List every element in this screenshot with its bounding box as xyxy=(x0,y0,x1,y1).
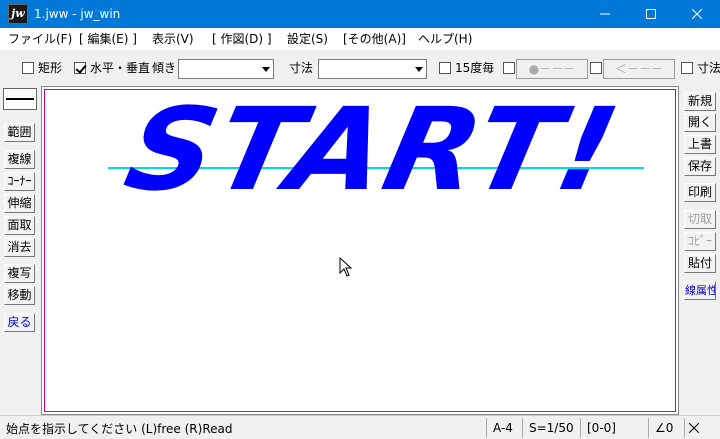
menu-help[interactable]: ヘルプ(H) xyxy=(418,31,472,47)
status-bar: 始点を指示してください (L)free (R)Read A-4 S=1/50 [… xyxy=(0,415,720,439)
line-style-checkbox-2[interactable] xyxy=(590,62,602,74)
rect-checkbox[interactable] xyxy=(22,62,34,74)
scale-indicator[interactable]: S=1/50 xyxy=(522,418,580,438)
maximize-button[interactable] xyxy=(628,0,674,28)
jw-app-icon[interactable]: jw xyxy=(8,4,28,24)
chevron-down-icon xyxy=(415,67,423,72)
deg15-checkbox[interactable] xyxy=(439,62,451,74)
horizontal-vertical-checkbox[interactable] xyxy=(74,62,86,74)
tool-line-attributes[interactable]: 線属性 xyxy=(684,281,716,300)
tool-new[interactable]: 新規 xyxy=(684,92,716,111)
paper-size[interactable]: A-4 xyxy=(486,418,522,438)
tool-move[interactable]: 移動 xyxy=(4,286,35,305)
tool-erase[interactable]: 消去 xyxy=(4,238,35,257)
tool-paste[interactable]: 貼付 xyxy=(684,254,716,273)
tilt-combo[interactable] xyxy=(178,59,274,79)
menu-view[interactable]: 表示(V) xyxy=(152,31,194,47)
status-message: 始点を指示してください (L)free (R)Read xyxy=(6,422,233,436)
menu-file[interactable]: ファイル(F) xyxy=(8,31,72,47)
title-bar[interactable]: jw 1.jww - jw_win xyxy=(0,0,720,28)
layer-indicator[interactable]: [0-0] xyxy=(580,418,648,438)
dimension-combo[interactable] xyxy=(318,59,427,79)
tool-cut[interactable]: 切取 xyxy=(684,210,716,229)
dimension2-label: 寸法 xyxy=(697,61,720,75)
menu-draw[interactable]: [ 作図(D) ] xyxy=(212,31,272,47)
left-tool-panel: 範囲 複線 ｺｰﾅｰ 伸縮 面取 消去 複写 移動 戻る xyxy=(0,86,40,415)
tool-stretch[interactable]: 伸縮 xyxy=(4,194,35,213)
dimension2-checkbox[interactable] xyxy=(681,62,693,74)
current-line-sample[interactable] xyxy=(3,88,37,110)
minimize-button[interactable] xyxy=(582,0,628,28)
tool-overwrite[interactable]: 上書 xyxy=(684,135,716,154)
maximize-icon xyxy=(646,9,656,19)
rect-label: 矩形 xyxy=(38,61,63,75)
mouse-cursor-icon xyxy=(339,257,353,277)
line-style-checkbox-1[interactable] xyxy=(503,62,515,74)
window-title: 1.jww - jw_win xyxy=(34,7,121,21)
line-style-button-2[interactable]: ＜－－－ xyxy=(603,59,675,79)
tool-copy-clip[interactable]: ｺﾋﾟｰ xyxy=(684,232,716,251)
dimension-label: 寸法 xyxy=(289,61,314,75)
deg15-label: 15度毎 xyxy=(455,61,495,75)
menu-other[interactable]: [その他(A)] xyxy=(343,31,406,47)
tool-save[interactable]: 保存 xyxy=(684,157,716,176)
tool-open[interactable]: 開く xyxy=(684,113,716,132)
drawn-start-text: START! xyxy=(114,84,631,217)
tool-corner[interactable]: ｺｰﾅｰ xyxy=(4,172,35,191)
tool-offset-line[interactable]: 複線 xyxy=(4,150,35,169)
line-style-button-1[interactable]: ●－－－ xyxy=(516,59,588,79)
close-icon xyxy=(692,9,702,19)
menu-bar: ファイル(F) [ 編集(E) ] 表示(V) [ 作図(D) ] 設定(S) … xyxy=(0,28,720,50)
horizontal-vertical-label: 水平・垂直 xyxy=(90,61,151,75)
tool-range[interactable]: 範囲 xyxy=(4,123,35,142)
toolbar: 矩形 水平・垂直 傾き 寸法 15度毎 ●－－－ ＜－－－ 寸法 xyxy=(0,50,720,86)
close-button[interactable] xyxy=(674,0,720,28)
close-icon xyxy=(688,422,700,434)
angle-indicator[interactable]: ∠0 xyxy=(648,418,684,438)
tool-print[interactable]: 印刷 xyxy=(684,183,716,202)
chevron-down-icon xyxy=(262,67,270,72)
tool-copy[interactable]: 複写 xyxy=(4,264,35,283)
tool-undo[interactable]: 戻る xyxy=(4,313,35,332)
right-tool-panel: 新規 開く 上書 保存 印刷 切取 ｺﾋﾟｰ 貼付 線属性 xyxy=(680,86,720,415)
drawing-canvas[interactable]: START! xyxy=(41,84,679,415)
menu-edit[interactable]: [ 編集(E) ] xyxy=(79,31,137,47)
tilt-label: 傾き xyxy=(152,61,177,75)
minimize-icon xyxy=(600,13,610,15)
cancel-x-button[interactable] xyxy=(684,418,714,438)
menu-settings[interactable]: 設定(S) xyxy=(287,31,328,47)
tool-chamfer[interactable]: 面取 xyxy=(4,216,35,235)
